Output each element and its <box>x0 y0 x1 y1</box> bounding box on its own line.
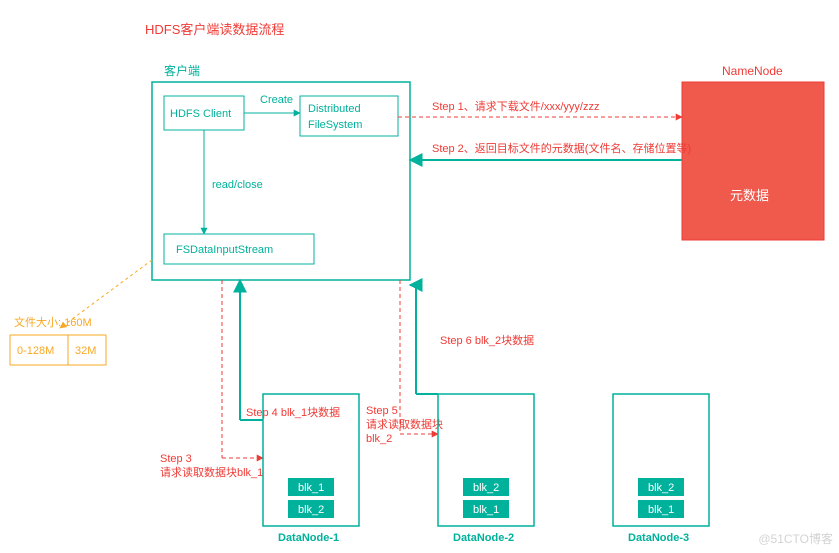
diagram-title: HDFS客户端读数据流程 <box>145 22 284 37</box>
step4-label: Step 4 blk_1块数据 <box>246 405 340 419</box>
dfs-box-l2: FileSystem <box>308 119 362 131</box>
step6-label: Step 6 blk_2块数据 <box>440 333 534 347</box>
step5-label-l2: 请求读取数据块 <box>366 417 443 431</box>
file-size-label: 文件大小: 160M <box>14 315 92 329</box>
read-close-label: read/close <box>212 179 263 191</box>
create-label: Create <box>260 94 293 106</box>
hdfs-client-box: HDFS Client <box>170 108 231 120</box>
step1-label: Step 1、请求下载文件/xxx/yyy/zzz <box>432 99 599 113</box>
dn3-blk2: blk_1 <box>648 504 674 516</box>
dn1-blk2: blk_2 <box>298 504 324 516</box>
namenode-meta: 元数据 <box>730 188 769 203</box>
client-label: 客户端 <box>164 63 200 78</box>
dn1-blk1: blk_1 <box>298 482 324 494</box>
dn2-blk1: blk_2 <box>473 482 499 494</box>
dfs-box-l1: Distributed <box>308 103 361 115</box>
dn3-label: DataNode-3 <box>628 532 689 544</box>
step5-label-l3: blk_2 <box>366 433 392 445</box>
client-box: 客户端 HDFS Client Create Distributed FileS… <box>152 63 410 280</box>
namenode-label: NameNode <box>722 64 783 78</box>
datanode-2: blk_2 blk_1 DataNode-2 <box>438 394 534 544</box>
step3-label-l2: 请求读取数据块blk_1 <box>160 465 263 479</box>
dn1-label: DataNode-1 <box>278 532 339 544</box>
step5-label-l1: Step 5 <box>366 405 398 417</box>
fsdata-box: FSDataInputStream <box>176 244 273 256</box>
dn3-blk1: blk_2 <box>648 482 674 494</box>
watermark: @51CTO博客 <box>758 530 833 547</box>
block-a: 0-128M <box>17 345 54 357</box>
step2-label: Step 2、返回目标文件的元数据(文件名、存储位置等) <box>432 141 691 155</box>
block-b: 32M <box>75 345 96 357</box>
namenode-box <box>682 82 824 240</box>
dn2-blk2: blk_1 <box>473 504 499 516</box>
datanode-3: blk_2 blk_1 DataNode-3 <box>613 394 709 544</box>
step3-label-l1: Step 3 <box>160 453 192 465</box>
dn2-label: DataNode-2 <box>453 532 514 544</box>
